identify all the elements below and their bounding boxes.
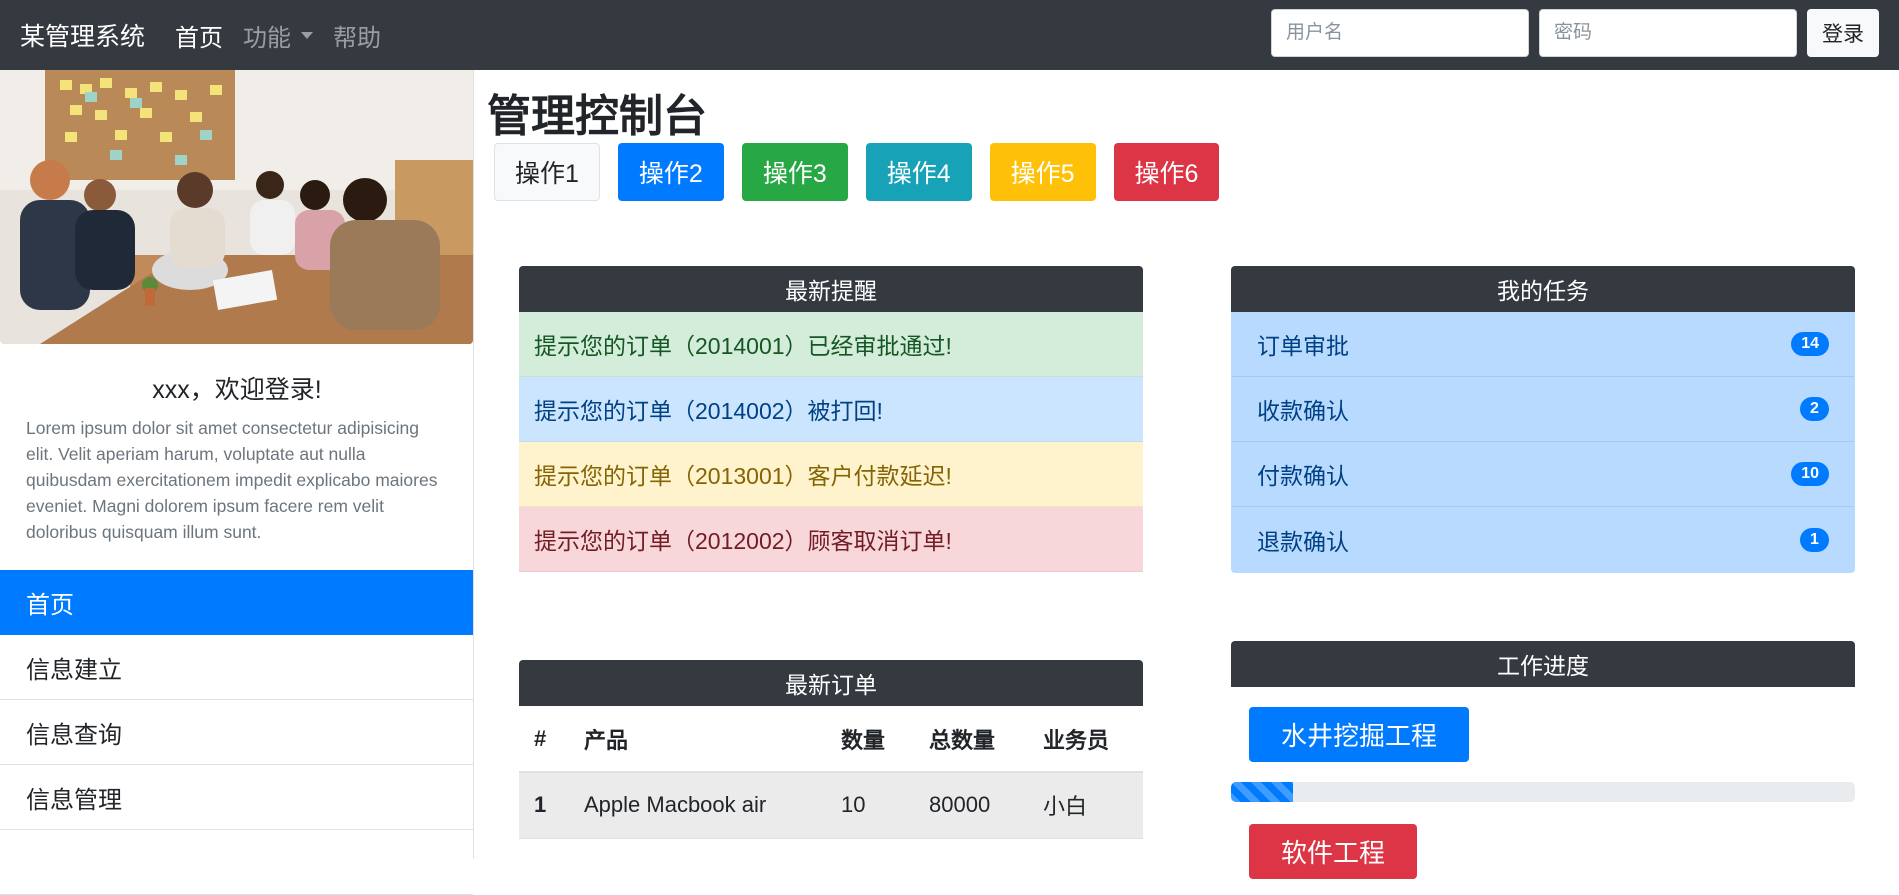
task-count-badge: 2 — [1800, 397, 1829, 421]
sidebar-nav: 首页 信息建立 信息查询 信息管理 — [0, 570, 473, 895]
reminders-title: 最新提醒 — [519, 266, 1143, 312]
nav-link-features-label: 功能 — [243, 24, 292, 52]
reminder-item[interactable]: 提示您的订单（2012002）顾客取消订单! — [519, 507, 1143, 572]
column-header[interactable]: 总数量 — [914, 706, 1028, 773]
task-item-order-approval[interactable]: 订单审批 14 — [1232, 312, 1854, 377]
brand-title[interactable]: 某管理系统 — [20, 17, 145, 53]
task-label: 退款确认 — [1257, 528, 1349, 555]
table-row[interactable]: 1 Apple Macbook air 10 80000 小白 — [519, 772, 1143, 839]
project-button-software[interactable]: 软件工程 — [1249, 824, 1418, 879]
progress-card: 工作进度 水井挖掘工程 软件工程 — [1231, 641, 1855, 879]
column-header[interactable]: 业务员 — [1028, 706, 1143, 773]
task-label: 订单审批 — [1257, 333, 1349, 359]
reminder-item[interactable]: 提示您的订单（2014001）已经审批通过! — [519, 312, 1143, 377]
sidebar-item-info-create[interactable]: 信息建立 — [0, 635, 473, 700]
action-button-6[interactable]: 操作6 — [1113, 143, 1220, 201]
column-header[interactable]: 数量 — [826, 706, 914, 773]
task-count-badge: 1 — [1800, 527, 1829, 552]
table-cell: 10 — [826, 772, 914, 839]
sidebar-description: Lorem ipsum dolor sit amet consectetur a… — [26, 418, 438, 542]
orders-title: 最新订单 — [519, 660, 1143, 706]
project-progress-fill — [1231, 782, 1294, 802]
username-input[interactable] — [1271, 9, 1529, 57]
task-count-badge: 10 — [1791, 462, 1829, 486]
project-progress-bar — [1231, 782, 1855, 802]
task-item-receipt-confirm[interactable]: 收款确认 2 — [1232, 377, 1854, 442]
table-cell: Apple Macbook air — [569, 772, 826, 839]
orders-card: 最新订单 # 产品 数量 总数量 业务员 1 Apple Macbook air… — [519, 660, 1143, 839]
action-button-5[interactable]: 操作5 — [989, 143, 1096, 201]
nav-link-home[interactable]: 首页 — [175, 18, 223, 53]
task-list: 订单审批 14 收款确认 2 付款确认 10 退款确认 1 — [1231, 312, 1855, 573]
project-button-well-digging[interactable]: 水井挖掘工程 — [1249, 707, 1470, 762]
team-meeting-image — [0, 70, 473, 344]
task-item-payment-confirm[interactable]: 付款确认 10 — [1232, 442, 1854, 507]
progress-title: 工作进度 — [1231, 641, 1855, 687]
table-header-row: # 产品 数量 总数量 业务员 — [519, 706, 1143, 773]
team-meeting-photo — [0, 70, 473, 344]
task-item-refund-confirm[interactable]: 退款确认 1 — [1232, 507, 1854, 572]
password-input[interactable] — [1539, 9, 1797, 57]
top-navbar: 某管理系统 首页 功能 帮助 登录 — [0, 0, 1899, 70]
page-title: 管理控制台 — [487, 92, 707, 141]
table-cell: 1 — [519, 772, 569, 839]
nav-link-features[interactable]: 功能 — [243, 18, 314, 53]
action-button-2[interactable]: 操作2 — [617, 143, 724, 201]
sidebar-item-home[interactable]: 首页 — [0, 570, 473, 635]
login-button[interactable]: 登录 — [1807, 9, 1879, 57]
task-count-badge: 14 — [1791, 332, 1829, 356]
table-cell: 小白 — [1028, 772, 1143, 839]
action-button-3[interactable]: 操作3 — [741, 143, 848, 201]
caret-down-icon — [301, 31, 314, 39]
tasks-card: 我的任务 订单审批 14 收款确认 2 付款确认 10 退款确认 1 — [1231, 266, 1855, 573]
tasks-title: 我的任务 — [1231, 266, 1855, 312]
table-cell: 80000 — [914, 772, 1028, 839]
task-label: 收款确认 — [1257, 398, 1349, 424]
welcome-message: xxx，欢迎登录! — [152, 376, 322, 404]
reminders-card: 最新提醒 提示您的订单（2014001）已经审批通过! 提示您的订单（20140… — [519, 266, 1143, 572]
action-button-row: 操作1 操作2 操作3 操作4 操作5 操作6 — [494, 143, 1220, 201]
column-header[interactable]: # — [519, 706, 569, 773]
action-button-1[interactable]: 操作1 — [494, 143, 600, 201]
login-form: 登录 — [1271, 9, 1879, 57]
reminder-item[interactable]: 提示您的订单（2014002）被打回! — [519, 377, 1143, 442]
orders-table: # 产品 数量 总数量 业务员 1 Apple Macbook air 10 8… — [519, 706, 1143, 839]
task-label: 付款确认 — [1257, 463, 1349, 489]
nav-link-help[interactable]: 帮助 — [333, 18, 381, 53]
action-button-4[interactable]: 操作4 — [865, 143, 972, 201]
reminder-item[interactable]: 提示您的订单（2013001）客户付款延迟! — [519, 442, 1143, 507]
sidebar: xxx，欢迎登录! Lorem ipsum dolor sit amet con… — [0, 70, 474, 895]
column-header[interactable]: 产品 — [569, 706, 826, 773]
sidebar-item-more[interactable] — [0, 830, 473, 895]
sidebar-item-info-manage[interactable]: 信息管理 — [0, 765, 473, 830]
sidebar-item-info-query[interactable]: 信息查询 — [0, 700, 473, 765]
